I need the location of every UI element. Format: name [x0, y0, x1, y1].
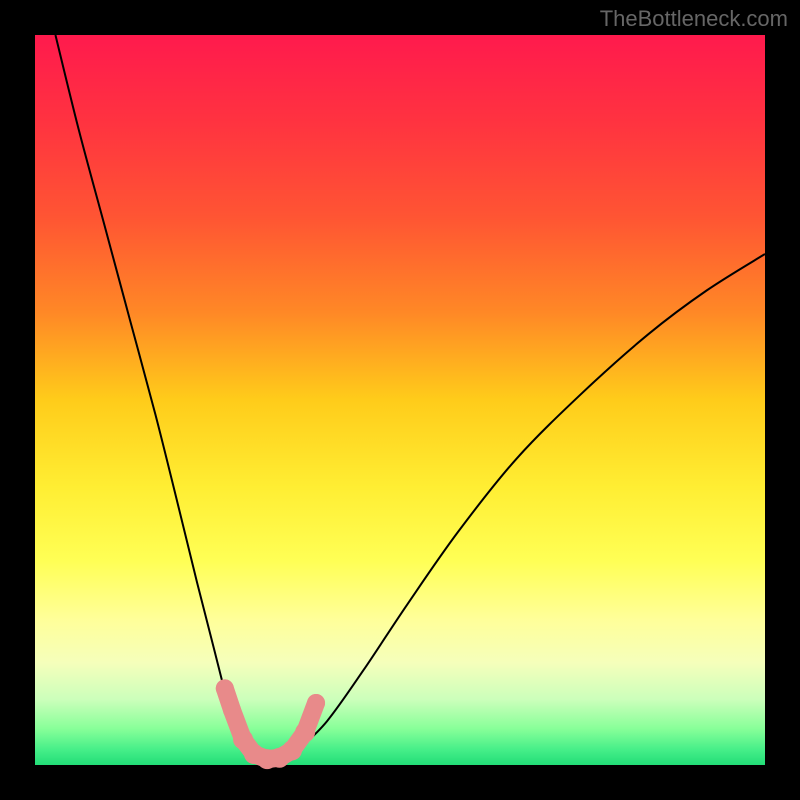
marker-dot [223, 701, 241, 719]
marker-dot [282, 740, 302, 760]
plot-background [35, 35, 765, 765]
bottleneck-chart [0, 0, 800, 800]
marker-dot [307, 694, 325, 712]
marker-dot [216, 679, 234, 697]
watermark-text: TheBottleneck.com [600, 6, 788, 32]
chart-container: TheBottleneck.com [0, 0, 800, 800]
marker-dot [295, 722, 315, 742]
